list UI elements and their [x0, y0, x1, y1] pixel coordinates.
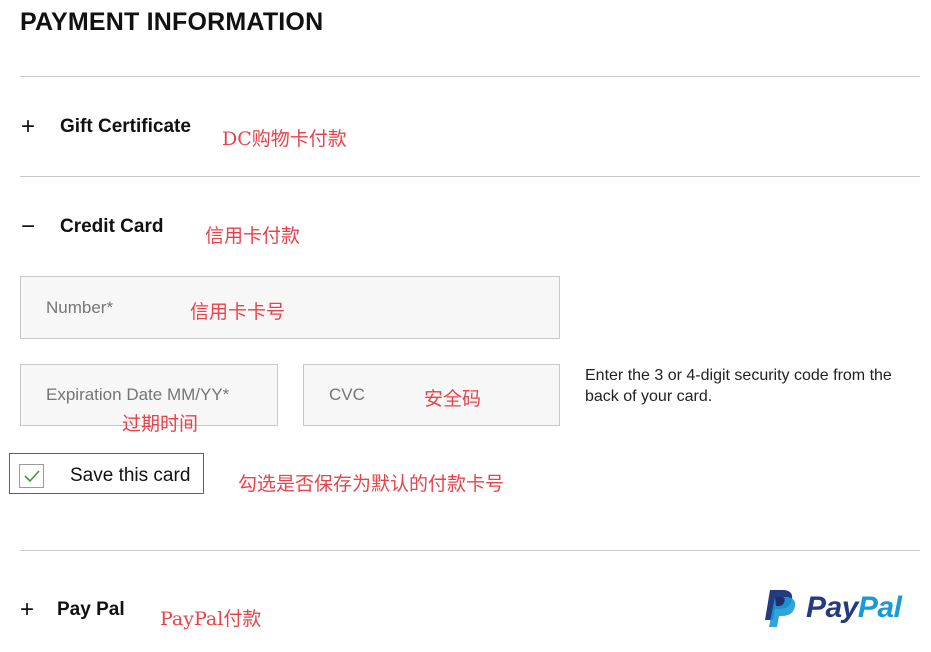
cvc-annotation: 安全码 [424, 388, 482, 410]
card-number-annotation: 信用卡卡号 [190, 301, 286, 323]
paypal-logo: PayPal [762, 588, 902, 628]
card-number-placeholder: Number* [46, 297, 114, 317]
paypal-annotation: PayPal付款 [160, 608, 262, 630]
paypal-label: Pay Pal [57, 599, 125, 620]
cvc-placeholder: CVC [329, 385, 365, 404]
paypal-wordmark-pay: Pay [806, 591, 858, 624]
gift-certificate-annotation: DC购物卡付款 [222, 128, 347, 150]
paypal-toggle[interactable]: + Pay Pal [20, 596, 125, 623]
check-icon [24, 470, 40, 483]
divider [20, 550, 920, 551]
expiration-date-annotation: 过期时间 [122, 413, 199, 435]
save-card-checkbox[interactable] [19, 464, 44, 488]
card-number-input[interactable]: Number* [20, 276, 560, 339]
minus-icon: − [20, 213, 35, 240]
credit-card-toggle[interactable]: − Credit Card [20, 213, 164, 240]
page-title: PAYMENT INFORMATION [20, 8, 324, 36]
paypal-mark-icon [765, 590, 796, 627]
save-card-annotation: 勾选是否保存为默认的付款卡号 [238, 473, 505, 495]
paypal-wordmark-pal: Pal [857, 591, 902, 624]
gift-certificate-toggle[interactable]: + Gift Certificate [20, 113, 191, 140]
divider [20, 76, 920, 77]
cvc-hint: Enter the 3 or 4-digit security code fro… [585, 367, 892, 405]
credit-card-annotation: 信用卡付款 [205, 225, 301, 247]
payment-information-page: PAYMENT INFORMATION + Gift Certificate D… [0, 0, 931, 652]
gift-certificate-label: Gift Certificate [60, 116, 191, 137]
divider [20, 176, 920, 177]
save-card-label[interactable]: Save this card [70, 465, 190, 487]
paypal-wordmark: PayPal [806, 591, 902, 624]
expiration-date-placeholder: Expiration Date MM/YY* [46, 385, 230, 404]
credit-card-label: Credit Card [60, 216, 164, 237]
plus-icon: + [20, 596, 35, 623]
plus-icon: + [20, 113, 35, 140]
